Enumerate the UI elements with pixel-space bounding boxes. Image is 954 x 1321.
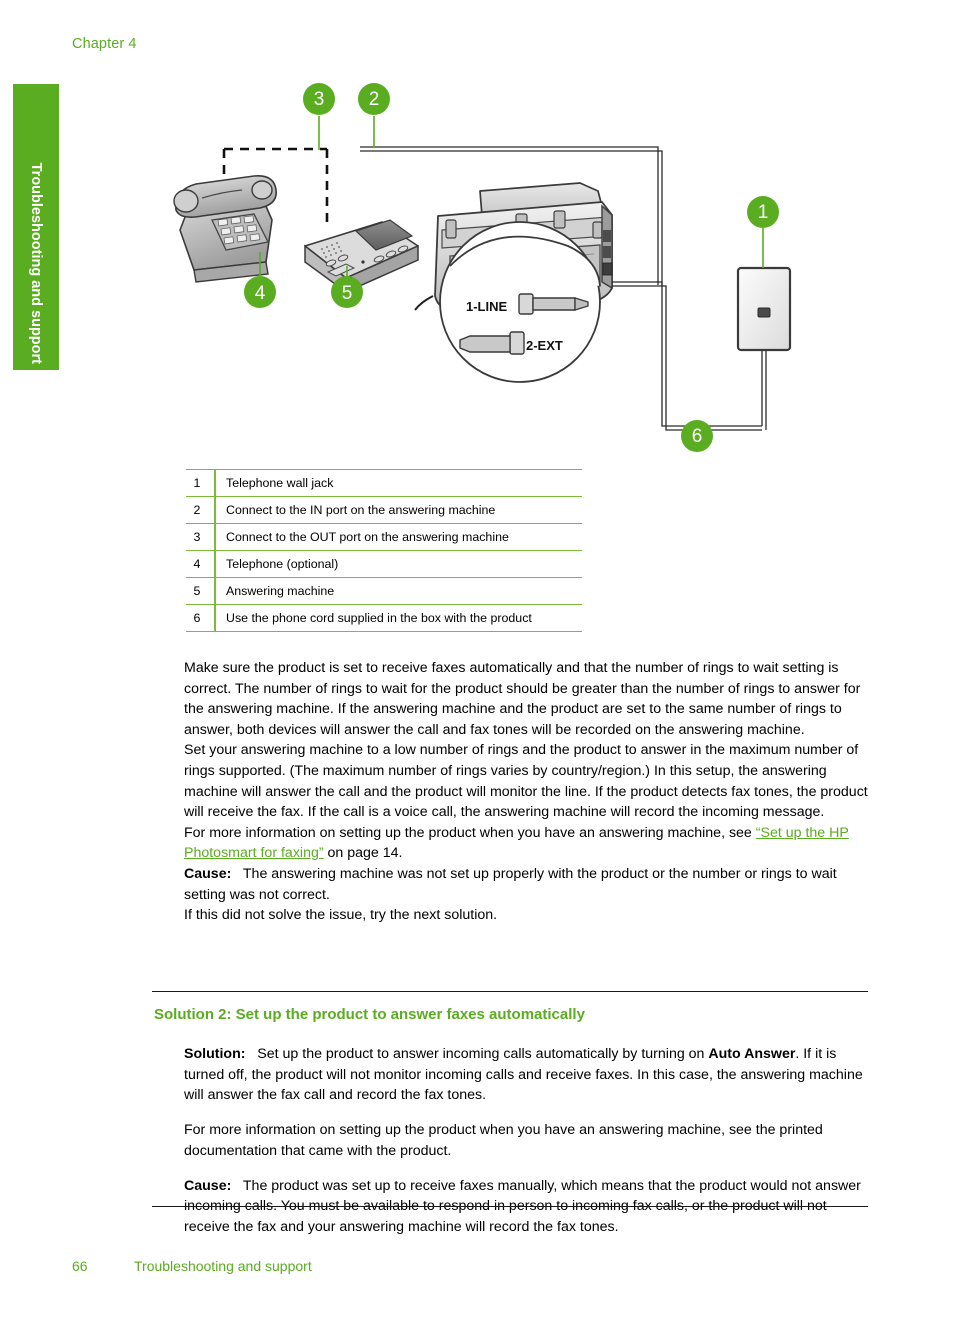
legend-number: 4 xyxy=(186,550,216,578)
side-tab-label: Troubleshooting and support xyxy=(28,162,44,364)
wall-jack-illustration xyxy=(736,266,792,352)
solution-2-body: Solution: Set up the product to answer i… xyxy=(184,1030,868,1252)
svg-text:5: 5 xyxy=(342,283,353,304)
footer-page-number: 66 xyxy=(72,1258,88,1274)
port-label-1-line: 1-LINE xyxy=(466,299,508,314)
telephone-illustration xyxy=(173,174,277,283)
callout-1: 1 xyxy=(747,196,779,268)
svg-text:6: 6 xyxy=(692,426,703,447)
legend-number: 2 xyxy=(186,496,216,524)
svg-text:2: 2 xyxy=(369,89,380,110)
paragraph-2: Set your answering machine to a low numb… xyxy=(184,742,868,821)
legend-number: 6 xyxy=(186,604,216,632)
section-divider-bottom xyxy=(152,1206,868,1207)
table-row: 2 Connect to the IN port on the answerin… xyxy=(186,496,582,524)
svg-text:1: 1 xyxy=(758,202,769,223)
fax-setup-diagram: 1-LINE 2-EXT 3 2 1 4 5 6 xyxy=(150,70,850,460)
auto-answer-term: Auto Answer xyxy=(708,1046,796,1063)
cause-label: Cause: xyxy=(184,865,232,882)
legend-text: Answering machine xyxy=(226,584,335,598)
body-text: Make sure the product is set to receive … xyxy=(184,658,868,926)
legend-number: 1 xyxy=(186,469,216,497)
svg-text:3: 3 xyxy=(314,89,325,110)
paragraph-3-suffix: on page 14. xyxy=(323,845,403,862)
port-callout-circle: 1-LINE 2-EXT xyxy=(439,221,601,383)
answering-machine-illustration xyxy=(304,219,419,294)
solution-label: Solution: xyxy=(184,1046,246,1063)
solution-info-paragraph: For more information on setting up the p… xyxy=(184,1122,823,1159)
legend-text: Connect to the OUT port on the answering… xyxy=(226,530,509,544)
legend-text: Telephone (optional) xyxy=(226,557,339,571)
port-label-2-ext: 2-EXT xyxy=(526,338,563,353)
legend-number: 5 xyxy=(186,577,216,605)
paragraph-4: If this did not solve the issue, try the… xyxy=(184,907,498,924)
table-row: 3 Connect to the OUT port on the answeri… xyxy=(186,523,582,551)
svg-text:4: 4 xyxy=(255,283,266,304)
solution-paragraph: Solution: Set up the product to answer i… xyxy=(184,1044,868,1106)
side-tab: Troubleshooting and support xyxy=(13,84,59,370)
legend-text: Use the phone cord supplied in the box w… xyxy=(226,611,532,625)
legend-text: Telephone wall jack xyxy=(226,476,334,490)
table-row: 4 Telephone (optional) xyxy=(186,550,582,578)
table-row: 5 Answering machine xyxy=(186,577,582,605)
footer-section-title: Troubleshooting and support xyxy=(134,1258,312,1274)
paragraph-3-prefix: For more information on setting up the p… xyxy=(184,824,756,841)
figure-legend-table: 1 Telephone wall jack 2 Connect to the I… xyxy=(186,469,582,632)
paragraph-1: Make sure the product is set to receive … xyxy=(184,660,861,738)
table-row: 6 Use the phone cord supplied in the box… xyxy=(186,604,582,632)
legend-number: 3 xyxy=(186,523,216,551)
callout-2: 2 xyxy=(358,83,390,148)
legend-text: Connect to the IN port on the answering … xyxy=(226,503,496,517)
solution-text-1: Set up the product to answer incoming ca… xyxy=(257,1046,709,1063)
chapter-label: Chapter 4 xyxy=(72,36,137,52)
cause-text: The answering machine was not set up pro… xyxy=(184,865,837,903)
section-divider-top xyxy=(152,991,868,992)
callout-6: 6 xyxy=(681,420,713,452)
cause-paragraph: Cause: The answering machine was not set… xyxy=(184,864,868,905)
paragraph-3: For more information on setting up the p… xyxy=(184,823,868,864)
callout-3: 3 xyxy=(303,83,335,150)
table-row: 1 Telephone wall jack xyxy=(186,469,582,497)
cause-label: Cause: xyxy=(184,1177,232,1194)
solution-2-heading: Solution 2: Set up the product to answer… xyxy=(154,1006,585,1023)
document-page: Chapter 4 Troubleshooting and support 1-… xyxy=(0,0,954,1321)
